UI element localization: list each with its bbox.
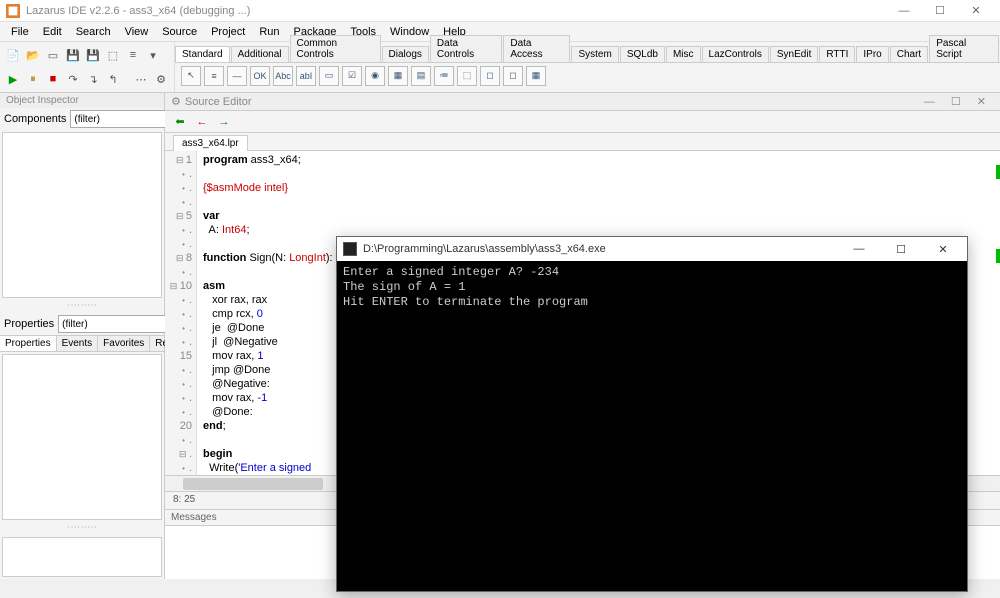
palette-item-0[interactable]: ↖ [181, 66, 201, 86]
source-editor-icon: ⚙ [171, 95, 181, 108]
stop-button[interactable]: ■ [44, 70, 62, 88]
properties-label: Properties [4, 318, 54, 330]
palette-item-6[interactable]: ▭ [319, 66, 339, 86]
console-close[interactable]: ✕ [925, 238, 961, 260]
palette-tab-standard[interactable]: Standard [175, 46, 230, 62]
file-toolbar: 📄 📂 ▭ 💾 💾 ⬚ ≡ ▾ ▶ ⏸ ■ ↷ ↴ ↰ ⋯ ⚙ [0, 42, 175, 92]
menu-project[interactable]: Project [204, 24, 252, 40]
palette-item-2[interactable]: — [227, 66, 247, 86]
palette-tab-additional[interactable]: Additional [231, 46, 289, 62]
palette-item-5[interactable]: abI [296, 66, 316, 86]
palette-item-15[interactable]: ▦ [526, 66, 546, 86]
toggle-form-button[interactable]: ⬚ [104, 46, 122, 64]
new-unit-button[interactable]: 📄 [4, 46, 22, 64]
palette-tab-sqldb[interactable]: SQLdb [620, 46, 665, 62]
palette-item-13[interactable]: ◻ [480, 66, 500, 86]
console-minimize[interactable]: — [841, 238, 877, 260]
editor-tabs: ass3_x64.lpr [165, 133, 1000, 151]
menu-search[interactable]: Search [69, 24, 118, 40]
inspector-tab-favorites[interactable]: Favorites [98, 336, 150, 351]
app-icon [6, 4, 20, 18]
palette-tab-synedit[interactable]: SynEdit [770, 46, 818, 62]
palette-item-12[interactable]: ⬚ [457, 66, 477, 86]
config-button[interactable]: ⚙ [152, 70, 170, 88]
menu-run[interactable]: Run [252, 24, 286, 40]
jump-back-button[interactable]: ⬅ [171, 113, 189, 131]
console-window: D:\Programming\Lazarus\assembly\ass3_x64… [336, 236, 968, 592]
src-min-button[interactable]: — [916, 96, 943, 108]
toolbar-row: 📄 📂 ▭ 💾 💾 ⬚ ≡ ▾ ▶ ⏸ ■ ↷ ↴ ↰ ⋯ ⚙ Standard… [0, 42, 1000, 93]
object-inspector-title: Object Inspector [0, 93, 164, 108]
console-output[interactable]: Enter a signed integer A? -234 The sign … [337, 261, 967, 591]
palette-tab-system[interactable]: System [571, 46, 618, 62]
change-marker [996, 165, 1000, 179]
units-button[interactable]: ≡ [124, 46, 142, 64]
palette-item-7[interactable]: ☑ [342, 66, 362, 86]
palette-item-1[interactable]: ≡ [204, 66, 224, 86]
menu-edit[interactable]: Edit [36, 24, 69, 40]
console-title: D:\Programming\Lazarus\assembly\ass3_x64… [363, 243, 606, 255]
palette-tab-common-controls[interactable]: Common Controls [290, 35, 381, 62]
menu-view[interactable]: View [118, 24, 156, 40]
palette-item-10[interactable]: ▤ [411, 66, 431, 86]
palette-tab-lazcontrols[interactable]: LazControls [702, 46, 769, 62]
change-marker [996, 249, 1000, 263]
step-over-button[interactable]: ↷ [64, 70, 82, 88]
console-maximize[interactable]: ☐ [883, 238, 919, 260]
save-button[interactable]: 💾 [64, 46, 82, 64]
inspector-tab-properties[interactable]: Properties [0, 336, 57, 351]
forms-button[interactable]: ▾ [144, 46, 162, 64]
inspector-tabs: PropertiesEventsFavoritesRe [0, 335, 164, 352]
palette-item-8[interactable]: ◉ [365, 66, 385, 86]
minimize-button[interactable]: — [886, 1, 922, 21]
palette-tab-pascal-script[interactable]: Pascal Script [929, 35, 999, 62]
menu-source[interactable]: Source [155, 24, 204, 40]
palette-item-9[interactable]: ▦ [388, 66, 408, 86]
palette-item-14[interactable]: ◻ [503, 66, 523, 86]
step-out-button[interactable]: ↰ [104, 70, 122, 88]
component-palette: StandardAdditionalCommon ControlsDialogs… [175, 42, 1000, 92]
palette-item-11[interactable]: ≔ [434, 66, 454, 86]
run-button[interactable]: ▶ [4, 70, 22, 88]
components-label: Components [4, 113, 66, 125]
palette-item-4[interactable]: Abc [273, 66, 293, 86]
palette-tab-misc[interactable]: Misc [666, 46, 701, 62]
console-titlebar[interactable]: D:\Programming\Lazarus\assembly\ass3_x64… [337, 237, 967, 261]
new-form-button[interactable]: ▭ [44, 46, 62, 64]
component-tree[interactable] [2, 132, 162, 298]
palette-tab-data-controls[interactable]: Data Controls [430, 35, 502, 62]
console-icon [343, 242, 357, 256]
nav-back-button[interactable]: ← [193, 113, 211, 131]
properties-grid[interactable] [2, 354, 162, 520]
src-max-button[interactable]: ☐ [943, 95, 969, 108]
editor-tab-active[interactable]: ass3_x64.lpr [173, 135, 248, 151]
close-button[interactable]: ✕ [958, 1, 994, 21]
maximize-button[interactable]: ☐ [922, 1, 958, 21]
gutter[interactable]: 1...5..8.10....15....20....25.27 [165, 151, 197, 475]
inspector-info [2, 537, 162, 577]
source-editor-titlebar: ⚙ Source Editor — ☐ ✕ [165, 93, 1000, 111]
object-inspector: Object Inspector Components ✕ ⋯⋯⋯ Proper… [0, 93, 165, 579]
nav-fwd-button[interactable]: → [215, 113, 233, 131]
palette-tab-chart[interactable]: Chart [890, 46, 928, 62]
palette-item-3[interactable]: OK [250, 66, 270, 86]
menu-file[interactable]: File [4, 24, 36, 40]
palette-tab-rtti[interactable]: RTTI [819, 46, 855, 62]
palette-tab-dialogs[interactable]: Dialogs [382, 46, 429, 62]
source-toolbar: ⬅ ← → [165, 111, 1000, 133]
pause-button[interactable]: ⏸ [24, 70, 42, 88]
source-editor-title: Source Editor [185, 96, 252, 108]
window-title: Lazarus IDE v2.2.6 - ass3_x64 (debugging… [26, 5, 250, 17]
mode-button[interactable]: ⋯ [132, 70, 150, 88]
src-close-button[interactable]: ✕ [969, 95, 994, 108]
palette-tab-ipro[interactable]: IPro [856, 46, 888, 62]
menu-window[interactable]: Window [383, 24, 436, 40]
open-button[interactable]: 📂 [24, 46, 42, 64]
palette-tab-data-access[interactable]: Data Access [503, 35, 570, 62]
step-into-button[interactable]: ↴ [84, 70, 102, 88]
main-titlebar: Lazarus IDE v2.2.6 - ass3_x64 (debugging… [0, 0, 1000, 22]
save-all-button[interactable]: 💾 [84, 46, 102, 64]
inspector-tab-events[interactable]: Events [57, 336, 99, 351]
